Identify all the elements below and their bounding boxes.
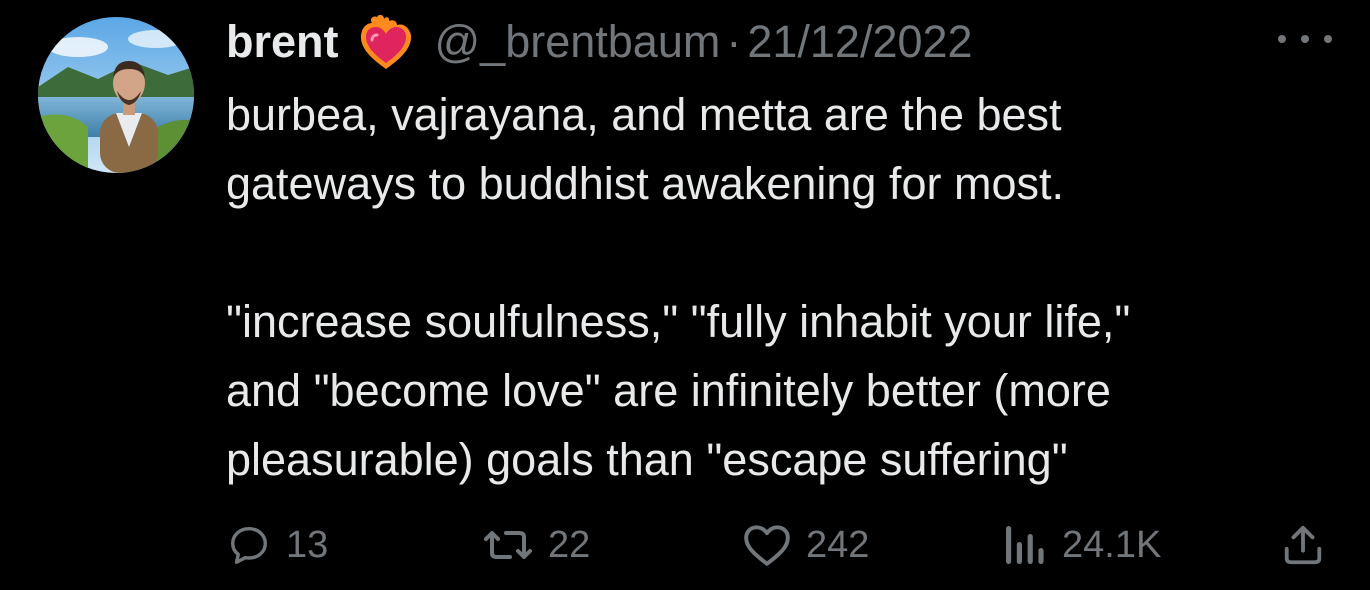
like-count: 242 xyxy=(806,523,870,566)
views-button[interactable]: 24.1K xyxy=(1000,510,1161,580)
tweet-header: brent @_brentbaum · 21/12/2022 xyxy=(226,10,973,74)
tweet-text-line: gateways to buddhist awakening for most. xyxy=(226,158,1064,209)
avatar-photo xyxy=(38,17,194,173)
handle[interactable]: @_brentbaum xyxy=(435,16,721,68)
reply-icon xyxy=(230,526,268,564)
share-icon xyxy=(1284,525,1322,565)
share-button[interactable] xyxy=(1280,510,1326,580)
separator: · xyxy=(726,16,742,67)
action-bar: 13 22 242 24.1K xyxy=(0,510,1370,580)
tweet-text-line: pleasurable) goals than "escape sufferin… xyxy=(226,434,1068,485)
reply-count: 13 xyxy=(286,523,329,566)
display-name[interactable]: brent xyxy=(226,16,339,68)
tweet-date[interactable]: 21/12/2022 xyxy=(747,16,972,68)
tweet-text-line: "increase soulfulness," "fully inhabit y… xyxy=(226,296,1131,347)
views-count: 24.1K xyxy=(1062,523,1162,566)
tweet-text-line: burbea, vajrayana, and metta are the bes… xyxy=(226,89,1062,140)
like-button[interactable]: 242 xyxy=(742,510,869,580)
retweet-count: 22 xyxy=(548,523,591,566)
reply-button[interactable]: 13 xyxy=(226,510,328,580)
avatar[interactable] xyxy=(38,17,194,173)
heart-icon xyxy=(744,525,790,566)
heart-on-fire-icon xyxy=(357,13,415,71)
more-options-icon[interactable] xyxy=(1278,24,1332,54)
analytics-icon xyxy=(1006,526,1044,564)
retweet-icon xyxy=(484,531,532,559)
tweet-text-line: and "become love" are infinitely better … xyxy=(226,365,1111,416)
retweet-button[interactable]: 22 xyxy=(482,510,590,580)
tweet[interactable]: brent @_brentbaum · 21/12/2022 burbea, v… xyxy=(0,0,1370,590)
tweet-text: burbea, vajrayana, and metta are the bes… xyxy=(226,80,1346,494)
